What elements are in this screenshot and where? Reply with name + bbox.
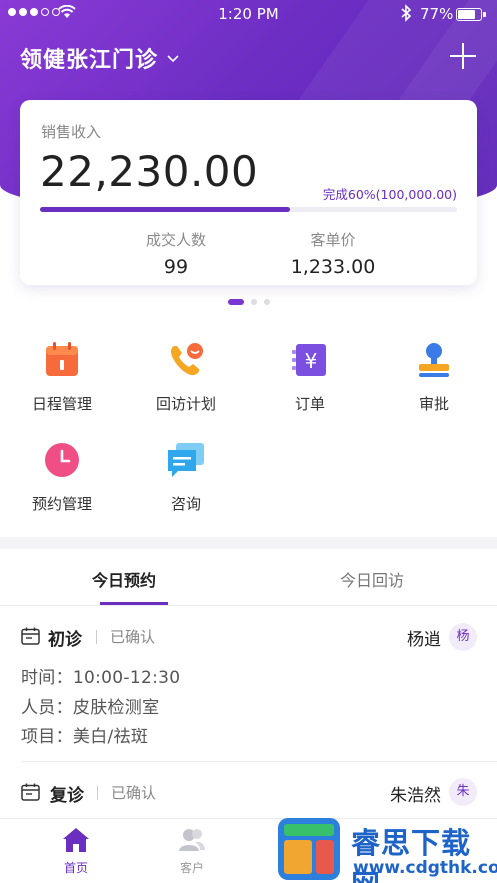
menu-approval[interactable]: 审批: [372, 340, 496, 414]
staff-value: 皮肤检测室: [72, 698, 160, 718]
menu-orders[interactable]: ¥ 订单: [248, 340, 372, 414]
sales-amount: 22,230.00: [40, 147, 259, 196]
status-bar: 1:20 PM 77%: [0, 0, 497, 28]
clinic-selector[interactable]: 领健张江门诊: [20, 42, 180, 74]
appointment-staff: 人员：皮肤检测室: [21, 693, 159, 718]
menu-consult[interactable]: 咨询: [124, 440, 248, 514]
add-button[interactable]: [447, 40, 479, 72]
nav-customers[interactable]: 客户: [130, 827, 254, 876]
tab-today-followups[interactable]: 今日回访: [248, 567, 496, 591]
menu-schedule[interactable]: 日程管理: [0, 340, 124, 414]
watermark-url: www.cdgthk.com: [353, 858, 497, 878]
nav-home[interactable]: 首页: [14, 827, 138, 876]
appointment-card[interactable]: 初诊 已确认 杨逍 杨 时间：10:00-12:30 人员：皮肤检测室 项目：美…: [0, 607, 497, 762]
avatar: 朱: [449, 778, 477, 806]
carousel-dot[interactable]: [263, 299, 270, 305]
section-divider: [0, 537, 497, 549]
menu-label: 订单: [294, 395, 325, 413]
calendar-icon: [21, 783, 40, 801]
carousel-dot[interactable]: [227, 299, 244, 305]
sales-progress-bar: [40, 207, 457, 212]
stamp-approval-icon: [414, 340, 454, 380]
stat-avg-price: 客单价 1,233.00: [258, 229, 408, 278]
clock-icon: [42, 440, 82, 480]
menu-label: 日程管理: [31, 395, 92, 413]
sales-progress-text: 完成60%(100,000.00): [322, 187, 457, 202]
battery-icon: [456, 8, 486, 21]
appointment-status: 已确认: [111, 784, 157, 802]
customers-icon: [178, 827, 206, 853]
menu-label: 回访计划: [155, 395, 216, 413]
nav-label: 首页: [63, 861, 88, 875]
appointment-item: 项目：美白/祛斑: [21, 722, 148, 747]
item-value: 美白/祛斑: [72, 727, 149, 747]
divider: [97, 786, 98, 800]
appointment-time: 时间：10:00-12:30: [21, 663, 180, 688]
sales-card[interactable]: 销售收入 22,230.00 完成60%(100,000.00) 成交人数 99…: [20, 100, 477, 285]
home-icon: [62, 827, 90, 853]
menu-callback-plan[interactable]: 回访计划: [124, 340, 248, 414]
time-label: 时间：: [21, 668, 73, 688]
chat-icon: [166, 440, 206, 480]
watermark-logo: [278, 818, 340, 880]
yuan-order-icon: ¥: [290, 340, 330, 380]
bluetooth-icon: [401, 4, 412, 22]
divider: [96, 630, 97, 644]
sales-label: 销售收入: [41, 123, 102, 141]
item-label: 项目：: [21, 727, 73, 747]
clinic-name: 领健张江门诊: [20, 48, 159, 73]
calendar-icon: [21, 627, 40, 645]
stat-label: 客单价: [310, 231, 356, 249]
appointment-tabs: 今日预约 今日回访: [0, 549, 497, 606]
menu-label: 审批: [418, 395, 449, 413]
battery-percent: 77%: [420, 5, 454, 23]
svg-text:¥: ¥: [305, 349, 318, 373]
appointment-card[interactable]: 复诊 已确认 朱浩然 朱: [0, 762, 497, 818]
chevron-down-icon: [167, 55, 179, 63]
tab-today-appointments[interactable]: 今日预约: [0, 567, 248, 591]
stat-value: 1,233.00: [290, 256, 376, 278]
carousel-indicator[interactable]: [0, 299, 497, 305]
stat-deals: 成交人数 99: [101, 229, 251, 278]
phone-callback-icon: [166, 340, 206, 380]
menu-label: 预约管理: [31, 495, 92, 513]
avatar: 杨: [449, 623, 477, 651]
nav-label: 客户: [179, 861, 204, 875]
appointment-type: 初诊: [48, 630, 82, 650]
watermark: 睿思下载网 www.cdgthk.com: [275, 816, 497, 883]
time-value: 10:00-12:30: [72, 668, 181, 688]
menu-appointments[interactable]: 预约管理: [0, 440, 124, 514]
carousel-dot[interactable]: [250, 299, 257, 305]
appointment-type: 复诊: [50, 786, 84, 806]
sales-progress-fill: [40, 207, 291, 212]
patient-name: 朱浩然: [390, 786, 441, 806]
appointment-status: 已确认: [110, 628, 156, 646]
active-tab-indicator: [100, 602, 168, 605]
staff-label: 人员：: [21, 698, 73, 718]
stat-value: 99: [163, 256, 189, 278]
menu-label: 咨询: [170, 495, 201, 513]
app-screen: 1:20 PM 77% 领健张江门诊 销售收入 22,230.00 完成60%(…: [0, 0, 497, 883]
patient-name: 杨逍: [407, 630, 441, 650]
stat-label: 成交人数: [145, 231, 206, 249]
calendar-icon: [42, 340, 82, 380]
